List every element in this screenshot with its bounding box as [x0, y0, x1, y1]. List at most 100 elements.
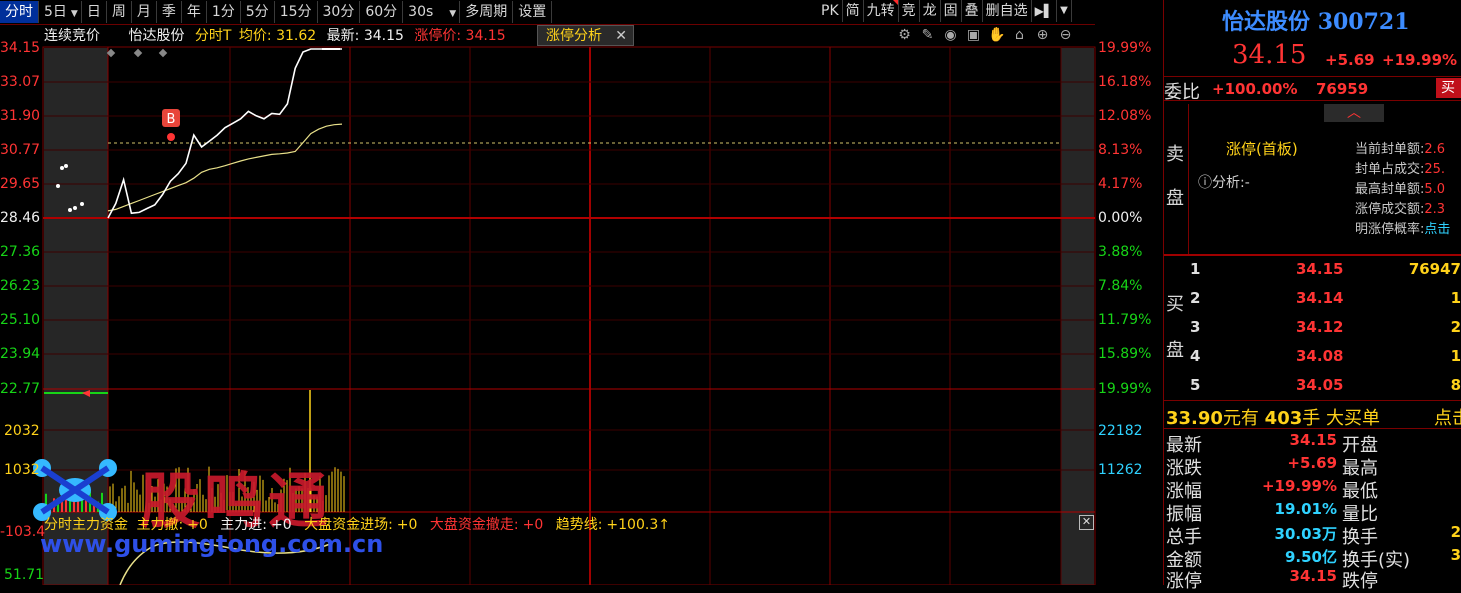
- axis-label: 29.65: [0, 176, 41, 192]
- axis-label: 11262: [1098, 462, 1143, 478]
- tab-day[interactable]: 日: [82, 1, 107, 23]
- settings-button[interactable]: 设置: [513, 1, 553, 23]
- axis-label: 7.84%: [1098, 278, 1143, 294]
- fund-label: 大盘资金进场: +0: [304, 517, 418, 533]
- avg-price-label: 均价:: [238, 28, 272, 44]
- price-change-pct: +19.99%: [1382, 51, 1458, 69]
- buy-marker[interactable]: B: [162, 109, 180, 141]
- simple-button[interactable]: 简: [843, 0, 864, 22]
- chevron-down-icon[interactable]: ▼: [1057, 0, 1072, 22]
- pk-button[interactable]: PK: [818, 0, 843, 22]
- limit-up-analysis-label: 涨停分析: [546, 28, 602, 44]
- axis-label: 8.13%: [1098, 142, 1143, 158]
- tab-60min[interactable]: 60分: [360, 1, 404, 23]
- tab-5min[interactable]: 5分: [241, 1, 275, 23]
- tab-multi-period[interactable]: 多周期: [460, 1, 514, 23]
- fund-flow-title: 分时主力资金: [44, 517, 128, 533]
- limit-price-label: 涨停价:: [414, 28, 462, 44]
- axis-label: 33.07: [0, 74, 41, 90]
- analysis-label: ⓘ分析:-: [1198, 175, 1250, 191]
- axis-label: 15.89%: [1098, 346, 1152, 362]
- buy-button[interactable]: 买: [1436, 78, 1461, 98]
- pen-icon[interactable]: ✎: [919, 27, 936, 44]
- axis-label: 23.94: [0, 346, 41, 362]
- fix-button[interactable]: 固: [941, 0, 962, 22]
- axis-label: 12.08%: [1098, 108, 1152, 124]
- quote-row: 振幅 19.01% 量比: [1166, 500, 1378, 525]
- expand-panel-icon[interactable]: ▶▌: [1032, 0, 1058, 22]
- close-icon[interactable]: ✕: [615, 26, 627, 47]
- limit-up-status: 涨停(首板): [1226, 140, 1298, 158]
- sell-side-label: 卖: [1166, 144, 1184, 165]
- tab-30min[interactable]: 30分: [318, 1, 361, 23]
- watermark-url: www.gumingtong.com.cn: [40, 530, 384, 558]
- fund-label: 主力进: +0: [220, 517, 292, 533]
- overlay-button[interactable]: 叠: [962, 0, 983, 22]
- order-book-row[interactable]: 1 34.15 76947: [1190, 260, 1461, 282]
- tab-month[interactable]: 月: [132, 1, 157, 23]
- price-change: +5.69: [1325, 51, 1375, 69]
- probability-link[interactable]: 点击: [1424, 222, 1450, 237]
- chart-mode: 分时T: [194, 28, 232, 44]
- quote-row: 涨停 34.15 跌停: [1166, 567, 1378, 592]
- briefcase-icon[interactable]: ▣: [965, 27, 982, 44]
- order-book-row[interactable]: 5 34.05 8: [1190, 376, 1461, 398]
- stock-title: 怡达股份 300721: [1222, 9, 1410, 35]
- axis-label: 28.46: [0, 210, 41, 226]
- axis-label: 2032: [4, 423, 40, 439]
- remove-watchlist-button[interactable]: 删自选: [983, 0, 1032, 22]
- axis-label: 1032: [4, 462, 40, 478]
- axis-label: 16.18%: [1098, 74, 1152, 90]
- buy-side-label: 盘: [1166, 340, 1184, 361]
- stat-row: 当前封单额:2.6: [1355, 142, 1446, 157]
- tab-quarter[interactable]: 季: [157, 1, 182, 23]
- tab-1min[interactable]: 1分: [207, 1, 241, 23]
- quote-row: 总手 30.03万 换手 2: [1166, 523, 1461, 548]
- axis-label: 31.90: [0, 108, 41, 124]
- limit-up-analysis-tab[interactable]: 涨停分析 ✕: [537, 25, 634, 46]
- price-line: [107, 48, 342, 219]
- tab-year[interactable]: 年: [182, 1, 207, 23]
- tab-30s[interactable]: 30s ▼: [403, 1, 461, 23]
- sell-side-label: 盘: [1166, 188, 1184, 209]
- axis-label: 4.17%: [1098, 176, 1143, 192]
- tab-15min[interactable]: 15分: [275, 1, 318, 23]
- tab-intraday[interactable]: 分时: [0, 1, 39, 23]
- hand-icon[interactable]: ✋: [988, 27, 1005, 44]
- axis-label: 26.23: [0, 278, 41, 294]
- settings-gear-icon[interactable]: ⚙: [896, 27, 913, 44]
- close-indicator-icon[interactable]: ✕: [1079, 515, 1094, 530]
- nine-turn-button[interactable]: 九转: [864, 0, 899, 22]
- stat-row: 涨停成交额:2.3: [1355, 202, 1446, 217]
- fund-flow-indicator: 分时主力资金 主力撤: +0 主力进: +0 大盘资金进场: +0 大盘资金撤走: +0…: [44, 514, 678, 534]
- eye-icon[interactable]: ◉: [942, 27, 959, 44]
- axis-label: 30.77: [0, 142, 41, 158]
- chart-tools: ⚙ ✎ ◉ ▣ ✋ ⌂ ⊕ ⊖: [896, 27, 1074, 45]
- horizontal-gridlines: [43, 81, 1095, 471]
- stat-row: 封单占成交:25.: [1355, 162, 1446, 177]
- chevron-down-icon[interactable]: ▼: [449, 9, 456, 19]
- collapse-chevron-icon[interactable]: ︿: [1324, 104, 1384, 122]
- dragon-button[interactable]: 龙: [920, 0, 941, 22]
- svg-text:B: B: [167, 112, 176, 127]
- tab-5day[interactable]: 5日 ▼: [39, 1, 82, 23]
- zoom-in-icon[interactable]: ⊕: [1034, 27, 1051, 44]
- quote-row: 最新 34.15 开盘: [1166, 431, 1378, 456]
- lock-icon[interactable]: ⌂: [1011, 27, 1028, 44]
- chevron-down-icon[interactable]: ▼: [71, 9, 78, 19]
- axis-label: 19.99%: [1098, 40, 1152, 56]
- big-order-line: 33.90元有 403手 大买单 点击: [1166, 404, 1461, 430]
- zoom-out-icon[interactable]: ⊖: [1057, 27, 1074, 44]
- big-order-link[interactable]: 点击: [1434, 404, 1461, 430]
- axis-label: 0.00%: [1098, 210, 1143, 226]
- axis-label: 11.79%: [1098, 312, 1152, 328]
- auction-button[interactable]: 竞: [899, 0, 920, 22]
- tab-week[interactable]: 周: [107, 1, 132, 23]
- fund-label: 趋势线: +100.3↑: [555, 517, 670, 533]
- auction-status: 连续竞价: [44, 28, 100, 44]
- quote-row: 金额 9.50亿 换手(实) 3: [1166, 546, 1461, 571]
- fund-label: 主力撤: +0: [136, 517, 208, 533]
- order-book-row[interactable]: 3 34.12 2: [1190, 318, 1461, 340]
- order-book-row[interactable]: 2 34.14 1: [1190, 289, 1461, 311]
- order-book-row[interactable]: 4 34.08 1: [1190, 347, 1461, 369]
